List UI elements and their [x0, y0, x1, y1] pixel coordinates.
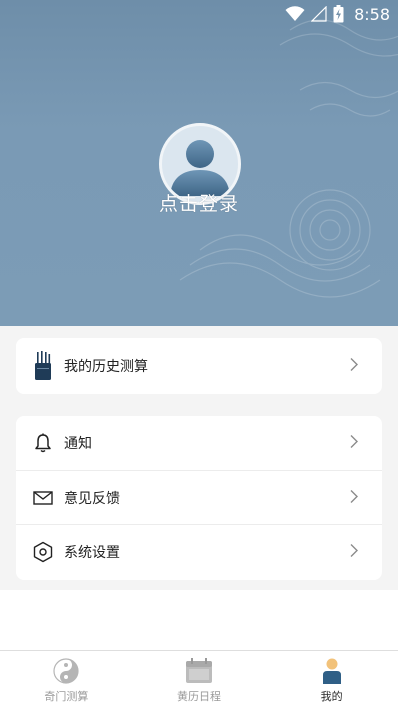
yin-yang-icon	[52, 657, 80, 685]
clock-time: 8:58	[354, 4, 390, 24]
content-spacer	[0, 590, 398, 650]
nav-tab-mine[interactable]: 我的	[265, 651, 398, 706]
cell-signal-icon	[311, 6, 327, 22]
chevron-right-icon	[350, 543, 358, 562]
bottom-navigation: 奇门测算 黄历日程 我的	[0, 650, 398, 706]
user-icon	[318, 657, 346, 685]
history-card: 我的历史测算	[16, 338, 382, 394]
nav-tab-label: 我的	[320, 690, 343, 703]
login-prompt[interactable]: 点击登录	[0, 189, 398, 216]
menu-item-notifications[interactable]: 通知	[16, 416, 382, 470]
settings-icon	[32, 541, 54, 563]
nav-tab-qimen[interactable]: 奇门测算	[0, 651, 133, 706]
menu-item-settings[interactable]: 系统设置	[16, 525, 382, 579]
calculation-sticks-icon	[32, 351, 54, 380]
nav-tab-label: 黄历日程	[177, 690, 221, 703]
menu-item-feedback[interactable]: 意见反馈	[16, 471, 382, 525]
history-label: 我的历史测算	[64, 359, 148, 375]
nav-tab-label: 奇门测算	[44, 690, 89, 703]
chevron-right-icon	[350, 357, 358, 376]
history-row[interactable]: 我的历史测算	[16, 339, 382, 393]
profile-header: 8:58 点击登录	[0, 0, 398, 326]
wifi-icon	[285, 6, 305, 22]
menu-item-label: 意见反馈	[64, 491, 120, 507]
status-bar: 8:58	[0, 0, 398, 28]
menu-item-label: 通知	[64, 436, 92, 452]
calendar-icon	[185, 657, 213, 685]
chevron-right-icon	[350, 489, 358, 508]
nav-tab-almanac[interactable]: 黄历日程	[133, 651, 266, 706]
screen: 8:58 点击登录 我的历史测算 通知 意见反馈 系统设置 奇门测算 黄历日程 …	[0, 0, 398, 706]
battery-charging-icon	[333, 5, 344, 23]
mail-icon	[32, 487, 54, 509]
chevron-right-icon	[350, 434, 358, 453]
settings-menu-card: 通知 意见反馈 系统设置	[16, 416, 382, 580]
bell-icon	[32, 432, 54, 454]
menu-item-label: 系统设置	[64, 545, 120, 561]
